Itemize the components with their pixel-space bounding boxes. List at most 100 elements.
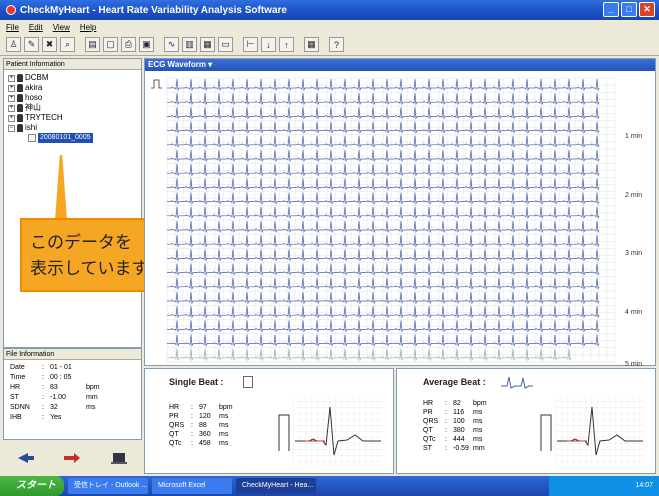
patient-add-icon[interactable]: ♙ bbox=[6, 37, 21, 52]
tree-patient[interactable]: − ishi bbox=[8, 123, 137, 133]
expand-icon[interactable]: + bbox=[8, 74, 15, 82]
tree-patient[interactable]: + hoso bbox=[8, 93, 137, 103]
tree-patient[interactable]: + TRYTECH bbox=[8, 113, 137, 123]
single-beat-value: 88 bbox=[199, 422, 207, 429]
down-arrow-icon[interactable]: ↓ bbox=[261, 37, 276, 52]
taskbar-excel[interactable]: Microsoft Excel bbox=[152, 478, 232, 494]
tree-patient[interactable]: + akira bbox=[8, 83, 137, 93]
average-beat-sep: : bbox=[445, 409, 447, 416]
single-beat-label: QRS bbox=[169, 422, 185, 429]
patient-search-icon[interactable]: ⌕ bbox=[60, 37, 75, 52]
file-info-unit bbox=[86, 413, 106, 423]
patient-edit-icon[interactable]: ✎ bbox=[24, 37, 39, 52]
single-beat-unit: ms bbox=[219, 422, 229, 429]
ecg-grid bbox=[166, 77, 616, 363]
expand-icon[interactable]: + bbox=[8, 104, 15, 112]
average-beat-row: QT:380 ms bbox=[423, 426, 493, 435]
single-beat-unit: bpm bbox=[219, 404, 233, 411]
average-beat-row: PR:116 ms bbox=[423, 408, 493, 417]
menu-help[interactable]: Help bbox=[80, 23, 96, 32]
average-beat-label: QT bbox=[423, 427, 433, 434]
single-beat-row: QTc:458 ms bbox=[169, 439, 239, 448]
minimize-button[interactable]: _ bbox=[603, 2, 619, 17]
file-info-row: IHB: Yes bbox=[10, 413, 135, 423]
tree-record-selected[interactable]: 20080101_0005 bbox=[8, 133, 137, 143]
record-icon[interactable]: ▭ bbox=[218, 37, 233, 52]
single-beat-sep: : bbox=[191, 431, 193, 438]
title-bar[interactable]: CheckMyHeart - Heart Rate Variability An… bbox=[0, 0, 659, 20]
ecg-waveform-strip bbox=[151, 77, 616, 363]
minute-label-2: 2 min bbox=[625, 192, 643, 199]
single-beat-stats: HR:97 bpm PR:120 ms QRS:88 ms QT:360 ms QTc:458 m… bbox=[169, 403, 239, 448]
ecg-panel-title[interactable]: ECG Waveform ▾ bbox=[145, 59, 655, 71]
expand-icon[interactable]: + bbox=[8, 94, 15, 102]
average-beat-thumb bbox=[501, 376, 533, 389]
average-beat-unit: ms bbox=[473, 436, 483, 443]
single-beat-label: HR bbox=[169, 404, 180, 411]
device-icon[interactable] bbox=[109, 452, 129, 464]
menu-file[interactable]: File bbox=[6, 23, 19, 32]
single-beat-sep: : bbox=[191, 440, 193, 447]
transfer-icon[interactable] bbox=[62, 452, 82, 464]
patient-delete-icon[interactable]: ✖ bbox=[42, 37, 57, 52]
single-beat-thumb[interactable] bbox=[243, 376, 253, 388]
calendar-icon[interactable]: ▦ bbox=[304, 37, 319, 52]
file-info-unit bbox=[86, 373, 106, 383]
average-beat-unit: ms bbox=[473, 409, 483, 416]
file-info-unit: mm bbox=[86, 394, 98, 401]
maximize-button[interactable]: □ bbox=[621, 2, 637, 17]
waveform-icon[interactable]: ∿ bbox=[164, 37, 179, 52]
close-button[interactable]: ✕ bbox=[639, 2, 655, 17]
toolbar: ♙ ✎ ✖ ⌕ ▤ ▢ ⎙ ▣ ∿ ▥ ▦ ▭ ⊢ ↓ ↑ ▦ ? bbox=[0, 34, 659, 56]
average-beat-unit: ms bbox=[473, 427, 483, 434]
average-beat-row: ST: -0.59 mm bbox=[423, 444, 493, 453]
minute-label-4: 4 min bbox=[625, 309, 643, 316]
single-beat-sep: : bbox=[191, 422, 193, 429]
collapse-icon[interactable]: − bbox=[8, 124, 15, 132]
expand-icon[interactable]: + bbox=[8, 114, 15, 122]
start-button[interactable]: スタート bbox=[0, 476, 64, 496]
up-arrow-icon[interactable]: ↑ bbox=[279, 37, 294, 52]
print-icon[interactable]: ⎙ bbox=[121, 37, 136, 52]
patient-icon bbox=[17, 74, 23, 82]
marker-icon[interactable]: ⊢ bbox=[243, 37, 258, 52]
menu-edit[interactable]: Edit bbox=[29, 23, 43, 32]
save-icon[interactable]: ▣ bbox=[139, 37, 154, 52]
single-beat-value: 360 bbox=[199, 431, 211, 438]
single-beat-row: QRS:88 ms bbox=[169, 421, 239, 430]
trend-icon[interactable]: ▦ bbox=[200, 37, 215, 52]
file-info-value: Yes bbox=[50, 414, 62, 421]
average-beat-value: 444 bbox=[453, 436, 465, 443]
single-beat-sep: : bbox=[191, 404, 193, 411]
single-beat-plot bbox=[278, 397, 383, 465]
average-beat-value: 116 bbox=[453, 409, 465, 416]
file-open-icon[interactable]: ▢ bbox=[103, 37, 118, 52]
patient-icon bbox=[17, 84, 23, 92]
average-beat-stats: HR:82 bpm PR:116 ms QRS:100 ms QT:380 ms QTc:444… bbox=[423, 399, 493, 453]
taskbar-checkmyheart[interactable]: CheckMyHeart - Hea... bbox=[236, 478, 316, 494]
average-beat-plot bbox=[540, 397, 645, 465]
previous-file-icon[interactable] bbox=[16, 452, 36, 464]
average-beat-panel: Average Beat : HR:82 bpm PR:116 ms QRS:100 ms… bbox=[396, 368, 656, 474]
expand-icon[interactable]: + bbox=[8, 84, 15, 92]
tree-patient[interactable]: + DCBM bbox=[8, 73, 137, 83]
file-new-icon[interactable]: ▤ bbox=[85, 37, 100, 52]
file-info-sep: : bbox=[42, 374, 44, 381]
average-beat-value: -0.59 bbox=[453, 445, 469, 452]
chart-icon[interactable]: ▥ bbox=[182, 37, 197, 52]
tree-patient[interactable]: + 神山 bbox=[8, 103, 137, 113]
average-beat-sep: : bbox=[445, 418, 447, 425]
file-info-label: IHB bbox=[10, 414, 22, 421]
average-beat-unit: ms bbox=[473, 418, 483, 425]
file-info-row: SDNN:32 ms bbox=[10, 403, 135, 413]
menu-view[interactable]: View bbox=[53, 23, 70, 32]
file-info-value: 00 : 05 bbox=[50, 374, 72, 381]
average-beat-row: QTc:444 ms bbox=[423, 435, 493, 444]
single-beat-label: QT bbox=[169, 431, 179, 438]
file-info-unit: ms bbox=[86, 404, 96, 411]
average-beat-label: HR bbox=[423, 400, 434, 407]
average-beat-unit: bpm bbox=[473, 400, 487, 407]
record-file-icon bbox=[28, 134, 36, 142]
taskbar-outlook[interactable]: 受信トレイ - Outlook ... bbox=[68, 478, 148, 494]
help-icon[interactable]: ? bbox=[329, 37, 344, 52]
